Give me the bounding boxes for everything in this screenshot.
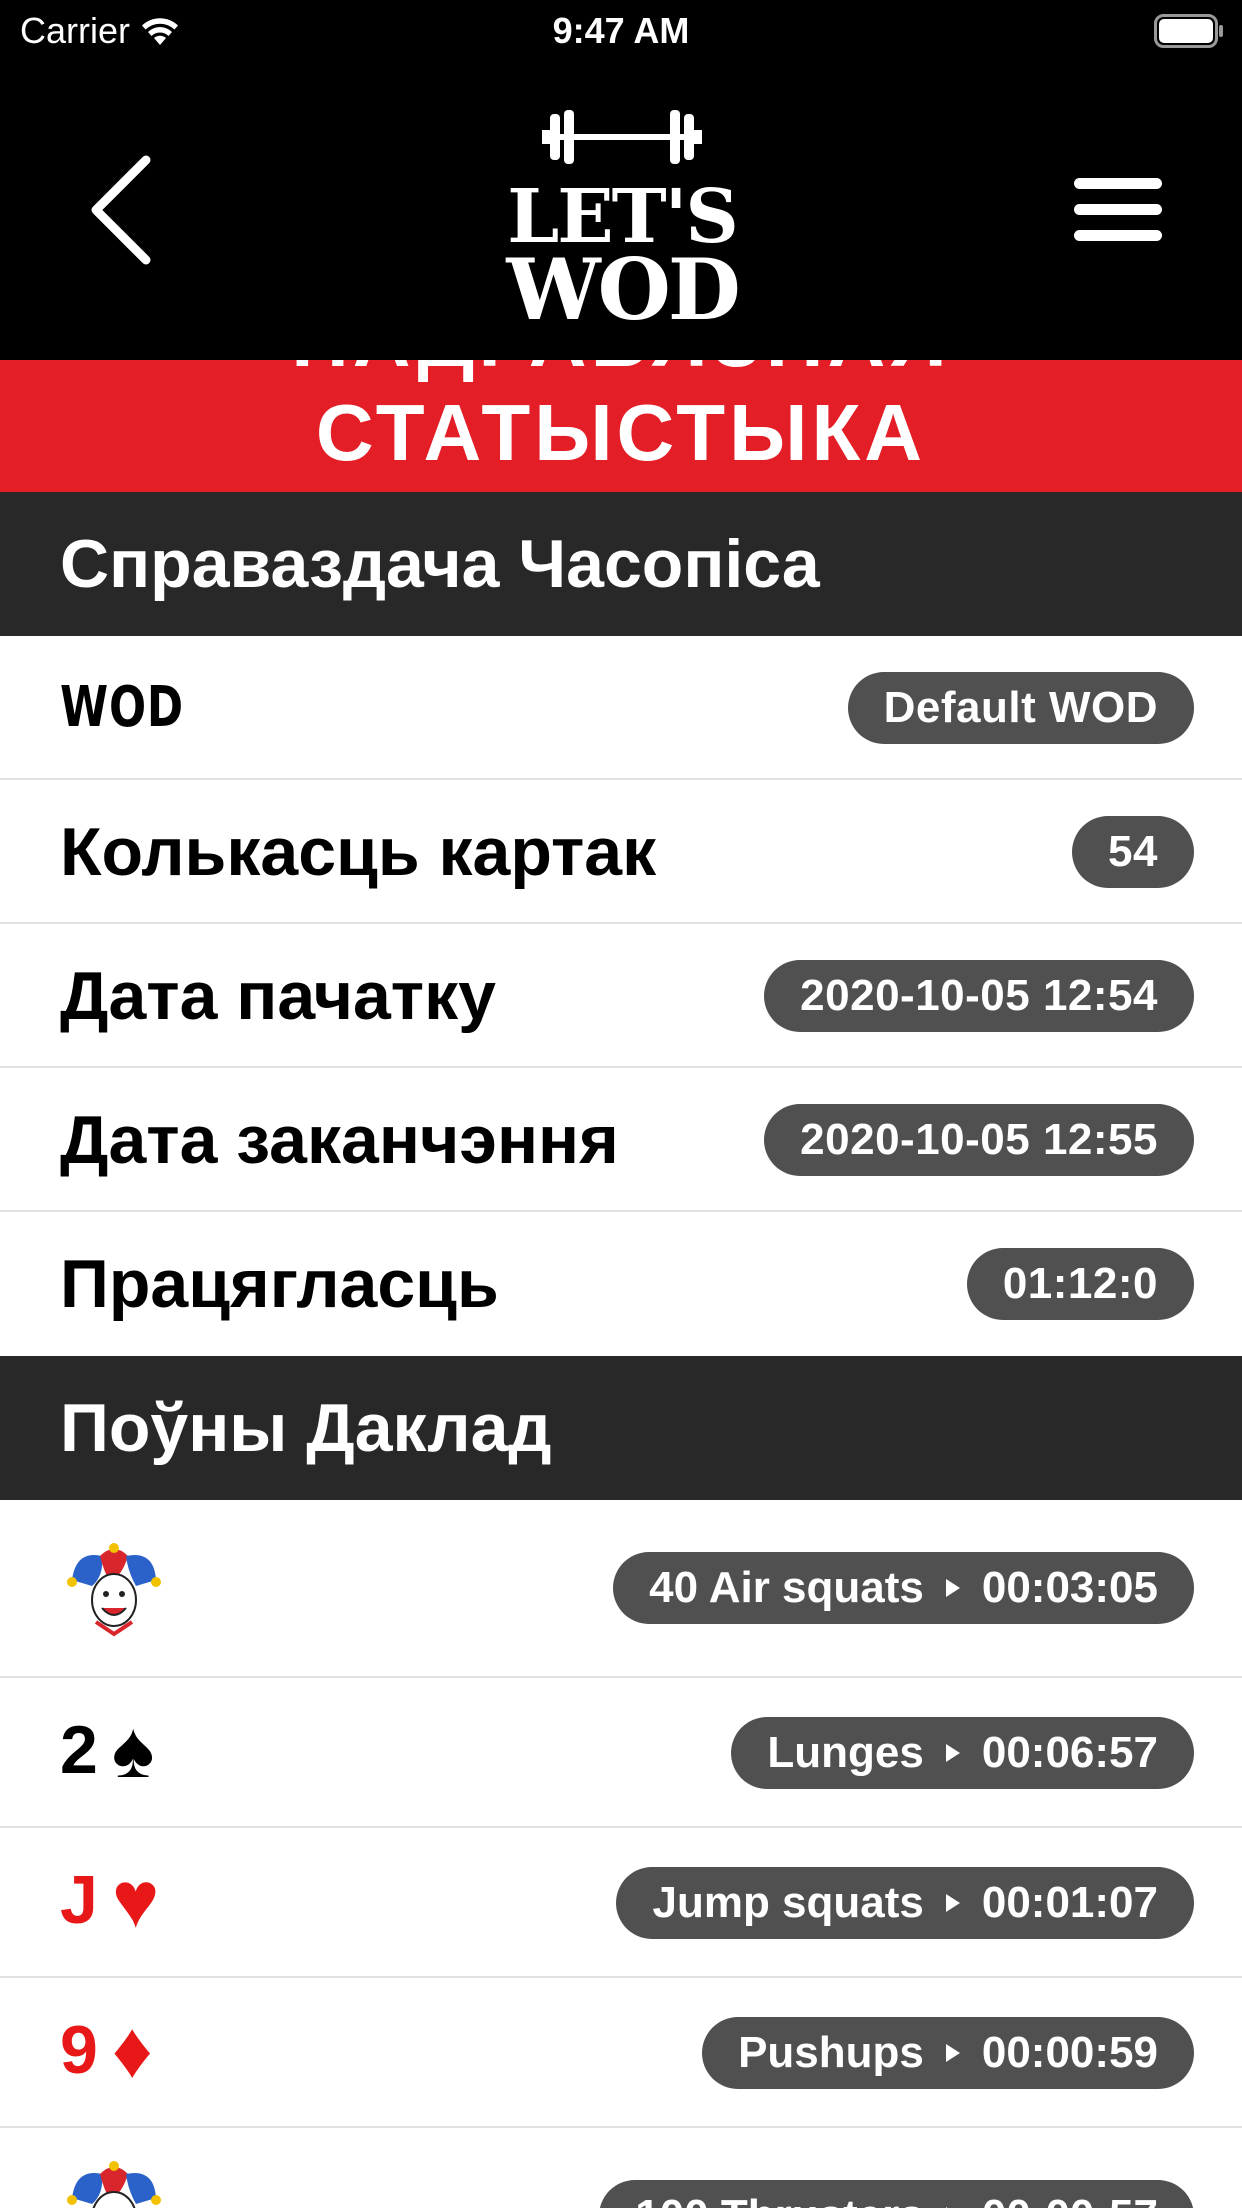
card-2-spades: 2 ♠ <box>60 1710 154 1790</box>
joker-card-icon <box>67 2161 161 2208</box>
report-row: 9 ♦ Pushups 00:00:59 <box>0 1978 1242 2128</box>
banner-line2: СТАТЫСТЫКА <box>315 388 927 477</box>
row-label: Дата заканчэння <box>60 1102 619 1178</box>
report-row: 100 Thrusters 00:00:57 <box>0 2128 1242 2208</box>
full-report-header: Поўны Даклад <box>0 1356 1242 1500</box>
row-value-badge: 2020-10-05 12:55 <box>764 1104 1194 1176</box>
back-button[interactable] <box>84 150 174 270</box>
journal-row-duration: Працягласць 01:12:0 <box>0 1212 1242 1356</box>
card-j-hearts: J ♥ <box>60 1860 159 1940</box>
exercise-time-badge: 40 Air squats 00:03:05 <box>613 1552 1194 1624</box>
journal-row-wod: WOD Default WOD <box>0 636 1242 780</box>
exercise-time-badge: Jump squats 00:01:07 <box>616 1867 1194 1939</box>
row-value-badge: Default WOD <box>847 672 1194 744</box>
exercise-time: 00:00:59 <box>981 2028 1158 2077</box>
row-value-badge: 01:12:0 <box>966 1248 1194 1320</box>
joker-card-icon <box>67 1543 161 1637</box>
row-label: Дата пачатку <box>60 958 496 1034</box>
exercise-name: Jump squats <box>652 1878 924 1927</box>
hamburger-menu-icon[interactable] <box>1070 174 1166 246</box>
exercise-time-badge: Lunges 00:06:57 <box>731 1717 1194 1789</box>
heart-icon: ♥ <box>111 1855 160 1944</box>
play-arrow-icon <box>945 1744 960 1762</box>
banner-line1: ПАДРАБЯЗНАЯ <box>0 360 1242 386</box>
spade-icon: ♠ <box>111 1705 155 1794</box>
nav-bar: LET'S WOD <box>0 62 1242 360</box>
report-row: J ♥ Jump squats 00:01:07 <box>0 1828 1242 1978</box>
exercise-time-badge: Pushups 00:00:59 <box>702 2017 1194 2089</box>
exercise-time-badge: 100 Thrusters 00:00:57 <box>599 2180 1194 2208</box>
exercise-name: Lunges <box>767 1728 924 1777</box>
row-value-badge: 54 <box>1072 816 1194 888</box>
exercise-time: 00:03:05 <box>981 1563 1158 1612</box>
logo-text-line2: WOD <box>506 240 740 339</box>
diamond-icon: ♦ <box>111 2005 153 2094</box>
play-arrow-icon <box>945 1579 960 1597</box>
exercise-time: 00:06:57 <box>981 1728 1158 1777</box>
exercise-time: 00:00:57 <box>982 2180 1158 2208</box>
report-row: 2 ♠ Lunges 00:06:57 <box>0 1678 1242 1828</box>
row-label: Колькасць картак <box>60 814 657 890</box>
status-bar: Carrier 9:47 AM <box>0 0 1242 62</box>
row-label: Працягласць <box>60 1246 499 1322</box>
card-rank: 2 <box>60 1712 98 1788</box>
exercise-name: 40 Air squats <box>649 1563 924 1612</box>
lets-wod-logo: LET'S WOD <box>490 84 754 334</box>
status-time: 9:47 AM <box>552 10 690 51</box>
journal-row-start-date: Дата пачатку 2020-10-05 12:54 <box>0 924 1242 1068</box>
card-9-diamonds: 9 ♦ <box>60 2010 153 2090</box>
play-arrow-icon <box>945 2044 960 2062</box>
row-value-badge: 2020-10-05 12:54 <box>764 960 1194 1032</box>
detailed-stats-banner: ПАДРАБЯЗНАЯ СТАТЫСТЫКА <box>0 360 1242 492</box>
exercise-time: 00:01:07 <box>981 1878 1158 1927</box>
card-rank: J <box>60 1862 98 1938</box>
journal-row-end-date: Дата заканчэння 2020-10-05 12:55 <box>0 1068 1242 1212</box>
report-row: 40 Air squats 00:03:05 <box>0 1500 1242 1678</box>
banner-title: ПАДРАБЯЗНАЯ СТАТЫСТЫКА <box>0 360 1242 480</box>
exercise-name: Pushups <box>738 2028 924 2077</box>
journal-report-header: Справаздача Часопіса <box>0 492 1242 636</box>
play-arrow-icon <box>945 1894 960 1912</box>
card-rank: 9 <box>60 2012 98 2088</box>
exercise-name: 100 Thrusters <box>635 2180 924 2208</box>
row-label: WOD <box>60 675 184 740</box>
battery-icon <box>1154 14 1223 48</box>
journal-row-card-count: Колькасць картак 54 <box>0 780 1242 924</box>
